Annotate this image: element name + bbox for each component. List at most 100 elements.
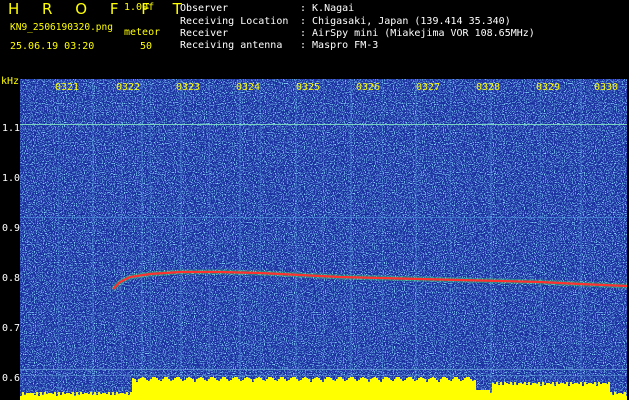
level-bar [160,381,162,400]
level-bar [436,380,438,400]
level-bar [310,382,312,400]
vertical-streak [295,79,297,400]
level-bar [44,392,46,400]
carrier-line [20,369,627,370]
receiver-row: Receiver: AirSpy mini (Miakejima VOR 108… [180,28,535,39]
level-bar [198,378,200,400]
level-bar [448,380,450,400]
level-bar [328,377,330,400]
level-bar [332,380,334,400]
level-bar [588,383,590,400]
level-bar [346,380,348,400]
level-bar [216,380,218,400]
antenna-row: Receiving antenna: Maspro FM-3 [180,40,378,51]
carrier-line [20,375,627,376]
level-bar [568,386,570,400]
level-bar [118,394,120,400]
level-bar [318,378,320,400]
level-bar [88,394,90,400]
carrier-line [20,217,627,218]
level-bar [554,386,556,400]
level-bar [558,384,560,400]
version-label: 1.00f [124,2,155,13]
level-bar [600,384,602,400]
level-bar [278,379,280,400]
spectrogram [20,79,627,400]
level-bar [258,377,260,400]
level-bar [180,379,182,400]
carrier-line [20,124,627,125]
level-bar [304,377,306,400]
level-bar [280,377,282,400]
time-tick-label: 0323 [176,82,201,93]
level-bar [170,381,172,400]
info-value: : Maspro FM-3 [300,40,379,51]
y-tick-label: 1.0 [2,173,21,184]
level-bar [56,396,58,400]
level-bar [224,377,226,400]
level-bar [356,381,358,400]
level-bar [524,382,526,400]
level-bar [322,382,324,400]
vertical-streak [239,79,241,400]
level-bar [490,393,492,400]
level-bar [48,393,50,400]
level-bar [426,382,428,400]
vertical-streak [150,79,151,400]
level-bar [516,385,518,400]
level-bar [230,380,232,400]
level-bar [528,382,530,400]
level-bar [106,394,108,400]
level-bar [276,381,278,400]
level-bar [146,380,148,400]
level-bar [110,395,112,400]
level-bar [400,379,402,400]
level-bar [264,381,266,400]
level-bar [256,378,258,400]
level-bar [270,377,272,400]
level-bar [470,379,472,400]
level-bar [132,378,134,400]
level-bar [152,377,154,400]
level-bar [196,379,198,400]
vertical-streak [350,79,352,400]
level-bar [392,381,394,400]
level-bar [156,378,158,400]
level-bar [586,384,588,400]
level-bar [550,384,552,400]
vertical-streak [260,79,261,400]
level-bar [158,380,160,400]
mode-label: meteor [124,27,161,38]
level-bar [394,379,396,400]
level-bar [206,381,208,400]
level-bar [354,379,356,400]
time-tick-label: 0322 [116,82,141,93]
level-bar [250,379,252,400]
level-bar [348,378,350,400]
level-bar [324,379,326,400]
level-bar [326,377,328,400]
time-tick-label: 0324 [236,82,261,93]
level-bar [262,380,264,400]
observer-row: Observer: K.Nagai [180,3,354,14]
level-bar [50,393,52,400]
level-bar [472,381,474,400]
level-bar [580,382,582,400]
level-bar [416,380,418,400]
level-bar [564,384,566,400]
level-bar [418,378,420,400]
level-bar [430,378,432,400]
level-bar [130,392,132,400]
level-bar [444,377,446,400]
level-bar [502,385,504,400]
level-bar [398,377,400,400]
level-bar [286,381,288,400]
level-bar [442,377,444,400]
level-bar [520,383,522,400]
level-bar [174,378,176,400]
level-bar [22,392,24,400]
level-bar [186,378,188,400]
filename-label: KN9_2506190320.png [10,22,113,33]
level-bar [232,378,234,400]
level-bar [42,395,44,400]
